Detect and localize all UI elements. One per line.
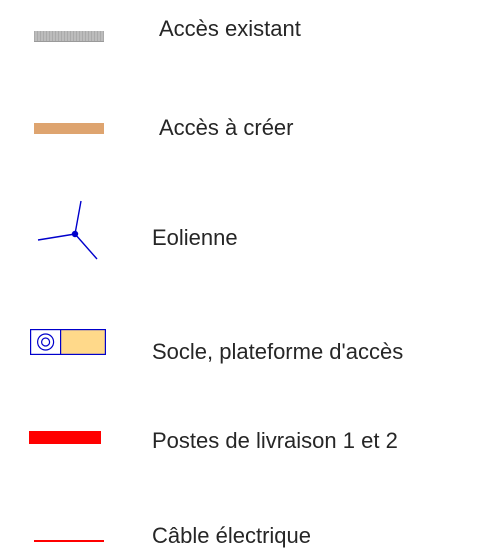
- existing-access-symbol: [34, 31, 104, 42]
- delivery-station-label: Postes de livraison 1 et 2: [152, 428, 398, 453]
- new-access-label: Accès à créer: [159, 115, 294, 140]
- socle-platform-icon: [30, 329, 106, 355]
- existing-access-label: Accès existant: [159, 16, 301, 41]
- electric-cable-symbol: [34, 540, 104, 542]
- wind-turbine-label: Eolienne: [152, 225, 238, 250]
- socle-label: Socle, plateforme d'accès: [152, 339, 404, 364]
- electric-cable-label: Câble électrique: [152, 523, 311, 548]
- delivery-station-symbol: [29, 431, 101, 444]
- legend: Accès existant Accès à créer Eolienne So…: [0, 0, 484, 552]
- new-access-symbol: [34, 123, 104, 134]
- wind-turbine-icon: [37, 200, 98, 260]
